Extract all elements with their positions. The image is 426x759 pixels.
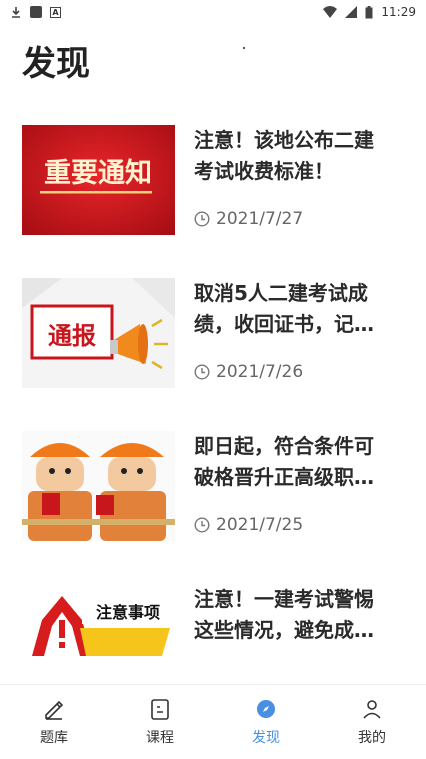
article-title-line: 考试收费标准！ (194, 159, 334, 183)
article-title-line: 取消5人二建考试成 (194, 281, 368, 305)
download-icon (12, 7, 20, 18)
nav-item-profile[interactable]: 我的 (332, 697, 412, 747)
battery-icon (365, 5, 373, 18)
nav-label: 发现 (252, 730, 280, 746)
article-title: 注意！该地公布二建 考试收费标准！ (194, 125, 399, 187)
construction-workers (22, 431, 175, 541)
nav-item-courses[interactable]: 课程 (120, 697, 200, 747)
article-thumbnail (22, 431, 175, 541)
article-title-line: 这些情况，避免成… (194, 618, 374, 642)
font-notification-icon: A (50, 6, 61, 18)
article-title: 取消5人二建考试成 绩，收回证书，记… (194, 278, 399, 340)
thumb-text: 通报 (48, 321, 96, 350)
nav-label: 题库 (40, 730, 68, 746)
article-date: 2021/7/27 (194, 209, 303, 229)
status-time: 11:29 (381, 5, 416, 19)
nav-label: 课程 (146, 730, 174, 746)
clock-icon (194, 364, 210, 380)
article-title: 注意！一建考试警惕 这些情况，避免成… (194, 584, 399, 646)
pencil-icon (45, 700, 64, 720)
nav-label: 我的 (358, 730, 386, 746)
clock-icon (194, 211, 210, 227)
article-date: 2021/7/25 (194, 515, 303, 535)
signal-icon (345, 6, 358, 18)
discover-icon (257, 700, 275, 718)
article-thumbnail: 注意事项 (22, 584, 175, 656)
article-item[interactable]: 通报 取消5人二建考试成 绩，收回证书，记… 2021/7/26 (22, 278, 406, 388)
warning-icon: 注意事项 (22, 584, 175, 656)
article-title-line: 注意！该地公布二建 (194, 128, 374, 152)
clock-icon (194, 517, 210, 533)
document-icon (151, 699, 169, 720)
status-bar: A 11:29 (0, 0, 426, 24)
thumb-text: 重要通知 (44, 158, 152, 189)
bottom-navigation: 题库 课程 发现 我的 (0, 684, 426, 759)
decorative-dot (243, 47, 245, 49)
page-title: 发现 (22, 44, 90, 84)
wifi-icon (323, 6, 338, 18)
nav-item-discover[interactable]: 发现 (226, 697, 306, 747)
article-title-line: 绩，收回证书，记… (194, 312, 374, 336)
article-date-text: 2021/7/25 (216, 515, 304, 535)
article-item[interactable]: 重要通知 注意！该地公布二建 考试收费标准！ 2021/7/27 (22, 125, 406, 235)
article-date: 2021/7/26 (194, 362, 303, 382)
user-icon (363, 700, 381, 719)
important-notice-banner: 重要通知 (22, 125, 175, 235)
nav-item-question-bank[interactable]: 题库 (14, 697, 94, 747)
article-date-text: 2021/7/26 (216, 362, 304, 382)
article-thumbnail: 重要通知 (22, 125, 175, 235)
article-item[interactable]: 注意事项 注意！一建考试警惕 这些情况，避免成… (22, 584, 406, 656)
article-date-text: 2021/7/27 (216, 209, 304, 229)
article-title: 即日起，符合条件可 破格晋升正高级职… (194, 431, 399, 493)
article-item[interactable]: 即日起，符合条件可 破格晋升正高级职… 2021/7/25 (22, 431, 406, 541)
article-thumbnail: 通报 (22, 278, 175, 388)
app-notification-icon (30, 6, 42, 18)
megaphone-icon: 通报 (22, 278, 175, 388)
thumb-text: 注意事项 (96, 603, 160, 622)
article-title-line: 即日起，符合条件可 (194, 434, 374, 458)
article-title-line: 破格晋升正高级职… (194, 465, 374, 489)
article-title-line: 注意！一建考试警惕 (194, 587, 374, 611)
